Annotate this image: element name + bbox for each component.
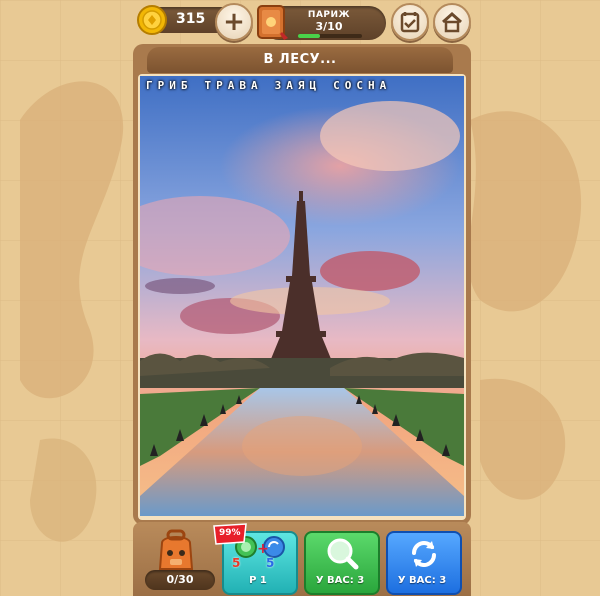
refresh-count: У ВАС: 3 bbox=[397, 575, 447, 586]
level-progress-bar bbox=[298, 34, 362, 38]
svg-text:+: + bbox=[257, 541, 269, 557]
eiffel-tower-photo[interactable] bbox=[140, 76, 464, 516]
hint-pack-price: Р 1 bbox=[249, 575, 267, 586]
tasks-button[interactable] bbox=[391, 3, 429, 41]
word-3: ЗАЯЦ bbox=[274, 79, 322, 92]
refresh-icon bbox=[412, 541, 436, 567]
hint-right-count: 5 bbox=[266, 556, 275, 570]
coin-icon bbox=[137, 5, 167, 35]
home-button[interactable] bbox=[433, 3, 471, 41]
word-4: СОСНА bbox=[333, 79, 392, 92]
coin-count: 315 bbox=[176, 11, 206, 27]
book-icon bbox=[257, 5, 288, 40]
sale-badge-text: 99% bbox=[219, 528, 241, 538]
magnifier-icon bbox=[327, 538, 359, 570]
word-2: ТРАВА bbox=[204, 79, 263, 92]
plus-icon: + bbox=[223, 7, 245, 37]
puzzle-title: В ЛЕСУ... bbox=[263, 52, 337, 67]
home-icon bbox=[442, 11, 462, 33]
found-items-count: 0/30 bbox=[166, 573, 194, 586]
magnifier-count: У ВАС: 3 bbox=[315, 575, 365, 586]
hidden-words-list: ГРИБ ТРАВА ЗАЯЦ СОСНА bbox=[146, 79, 391, 92]
add-coins-button[interactable]: + bbox=[215, 3, 253, 41]
level-count: 3/10 bbox=[315, 20, 343, 33]
level-progress-fill bbox=[298, 34, 321, 38]
word-1: ГРИБ bbox=[146, 79, 193, 92]
hint-left-count: 5 bbox=[232, 556, 241, 570]
checklist-icon bbox=[400, 12, 420, 33]
city-name: ПАРИЖ bbox=[307, 10, 351, 20]
backpack-icon[interactable] bbox=[152, 529, 200, 573]
